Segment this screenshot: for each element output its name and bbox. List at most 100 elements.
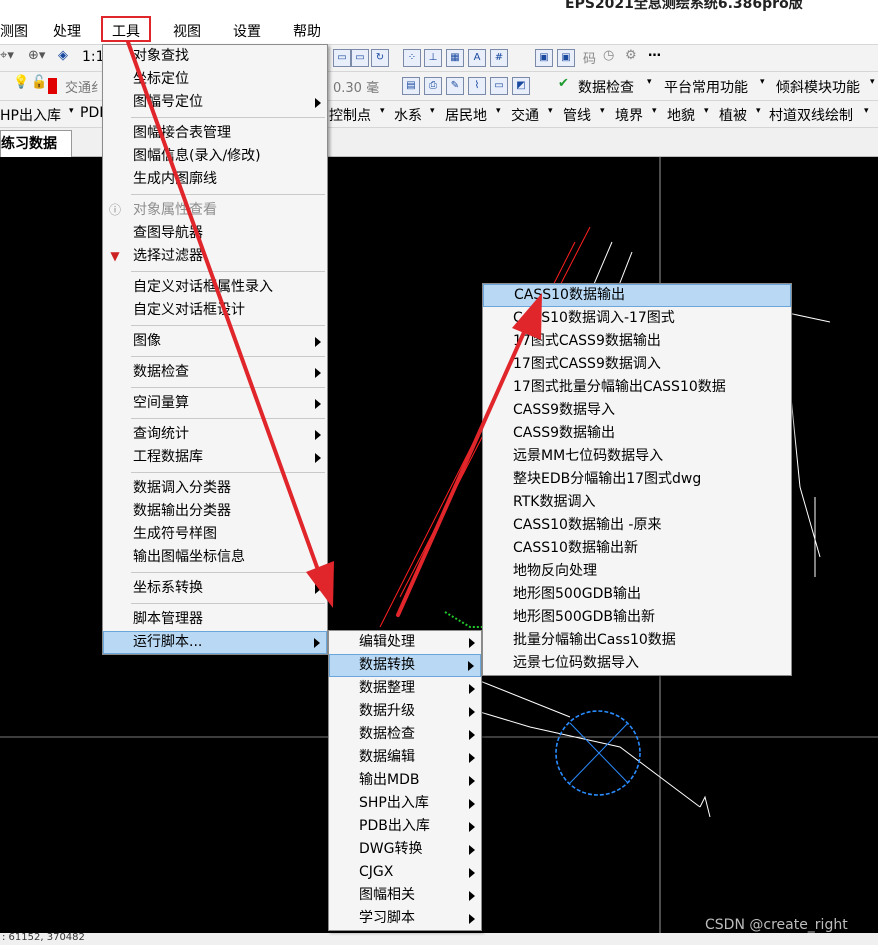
menu-item-image[interactable]: 图像 [103,330,327,353]
menu-item-object-find[interactable]: 对象查找 [103,45,327,68]
pipeline-dropdown-icon[interactable]: ▾ [600,106,605,116]
gear-icon[interactable]: ⚙ [625,48,637,63]
control-point-dropdown-icon[interactable]: ▾ [380,106,385,116]
line-width-field[interactable]: 0.30 毫 [333,77,379,96]
submenu-item-data-organize[interactable]: 数据整理 [329,677,481,700]
lock-icon[interactable]: 🔓 [31,75,47,90]
traffic-button[interactable]: 交通 [511,105,539,125]
convert-item-17-cass9-export[interactable]: 17图式CASS9数据输出 [483,330,791,353]
data-check-dropdown-icon[interactable]: ▾ [647,77,652,87]
menu-item-selection-filter[interactable]: ▼ 选择过滤器 [103,245,327,268]
residential-button[interactable]: 居民地 [445,105,487,125]
vegetation-dropdown-icon[interactable]: ▾ [756,106,761,116]
window-icon[interactable]: ▭ [333,49,351,67]
convert-item-batch-cass10[interactable]: 批量分幅输出Cass10数据 [483,629,791,652]
submenu-item-sheet-related[interactable]: 图幅相关 [329,884,481,907]
menu-item-custom-dialog-design[interactable]: 自定义对话框设计 [103,299,327,322]
submenu-item-cjgx[interactable]: CJGX [329,861,481,884]
layer-icon[interactable]: ◈ [58,48,68,63]
landform-button[interactable]: 地貌 [667,105,695,125]
menu-item-import-classifier[interactable]: 数据调入分类器 [103,477,327,500]
menu-item-data-check[interactable]: 数据检查 [103,361,327,384]
layer-field[interactable]: 交通纟 [65,77,104,96]
oblique-module-button[interactable]: 倾斜模块功能 [776,77,860,97]
menu-item-crs-transform[interactable]: 坐标系转换 [103,577,327,600]
submenu-item-export-mdb[interactable]: 输出MDB [329,769,481,792]
convert-item-feature-reverse[interactable]: 地物反向处理 [483,560,791,583]
menu-view[interactable]: 视图 [173,21,201,41]
menu-settings[interactable]: 设置 [233,21,261,41]
submenu-item-dwg-convert[interactable]: DWG转换 [329,838,481,861]
menu-process[interactable]: 处理 [53,21,81,41]
submenu-item-data-edit[interactable]: 数据编辑 [329,746,481,769]
pipeline-button[interactable]: 管线 [563,105,591,125]
water-system-button[interactable]: 水系 [394,105,422,125]
convert-item-cass10-export-original[interactable]: CASS10数据输出 -原来 [483,514,791,537]
cube-icon[interactable]: ◩ [512,77,530,95]
submenu-item-edit-process[interactable]: 编辑处理 [329,631,481,654]
submenu-item-learn-script[interactable]: 学习脚本 [329,907,481,930]
menu-item-coordinate-locate[interactable]: 坐标定位 [103,68,327,91]
platform-functions-button[interactable]: 平台常用功能 [664,77,748,97]
bulb-icon[interactable]: 💡 [13,75,29,90]
measure-icon[interactable]: ⊥ [424,49,442,67]
convert-item-yuanjing-7-import[interactable]: 远景七位码数据导入 [483,652,791,675]
landform-dropdown-icon[interactable]: ▾ [704,106,709,116]
residential-dropdown-icon[interactable]: ▾ [496,106,501,116]
number-icon[interactable]: # [490,49,508,67]
edit-icon[interactable]: ✎ [446,77,464,95]
menu-item-sheet-index[interactable]: 图幅接合表管理 [103,122,327,145]
menu-item-spatial-measure[interactable]: 空间量算 [103,392,327,415]
menu-item-project-database[interactable]: 工程数据库 [103,446,327,469]
shp-io-button[interactable]: HP出入库 [0,105,61,125]
convert-item-gdb500-export[interactable]: 地形图500GDB输出 [483,583,791,606]
data-check-button[interactable]: 数据检查 [578,77,634,97]
submenu-item-data-convert[interactable]: 数据转换 [329,654,481,677]
map2-icon[interactable]: ▣ [557,49,575,67]
tab-practice-data[interactable]: 练习数据 [0,130,72,157]
menu-item-inner-frame[interactable]: 生成内图廓线 [103,168,327,191]
submenu-item-data-check[interactable]: 数据检查 [329,723,481,746]
convert-item-rtk-import[interactable]: RTK数据调入 [483,491,791,514]
refresh-icon[interactable]: ↻ [371,49,389,67]
village-road-button[interactable]: 村道双线绘制 [769,105,853,125]
window-alt-icon[interactable]: ▭ [351,49,369,67]
convert-item-cass9-import[interactable]: CASS9数据导入 [483,399,791,422]
platform-dropdown-icon[interactable]: ▾ [760,77,765,87]
convert-item-17-batch-cass10[interactable]: 17图式批量分幅输出CASS10数据 [483,376,791,399]
clock-icon[interactable]: ◷ [603,48,614,63]
convert-item-cass9-export[interactable]: CASS9数据输出 [483,422,791,445]
traffic-dropdown-icon[interactable]: ▾ [548,106,553,116]
menu-item-custom-dialog-entry[interactable]: 自定义对话框属性录入 [103,276,327,299]
water-dropdown-icon[interactable]: ▾ [430,106,435,116]
color-swatch[interactable] [48,78,57,94]
more-icon[interactable]: … [648,45,661,60]
grid-icon[interactable]: ▦ [446,49,464,67]
save-icon[interactable]: ▤ [402,77,420,95]
submenu-item-pdb-io[interactable]: PDB出入库 [329,815,481,838]
snap-icon[interactable]: ⊕▾ [28,48,45,63]
menu-item-query-stats[interactable]: 查询统计 [103,423,327,446]
pointer-icon[interactable]: ⌖▾ [0,48,14,63]
menu-item-map-navigator[interactable]: 查图导航器 [103,222,327,245]
submenu-item-data-upgrade[interactable]: 数据升级 [329,700,481,723]
control-point-button[interactable]: 控制点 [329,105,371,125]
menu-item-symbol-sample[interactable]: 生成符号样图 [103,523,327,546]
vegetation-button[interactable]: 植被 [719,105,747,125]
menu-item-script-manager[interactable]: 脚本管理器 [103,608,327,631]
shp-io-dropdown-icon[interactable]: ▾ [69,106,74,116]
oblique-dropdown-icon[interactable]: ▾ [870,77,875,87]
text-icon[interactable]: A [468,49,486,67]
submenu-item-shp-io[interactable]: SHP出入库 [329,792,481,815]
menu-item-run-script[interactable]: 运行脚本... [103,631,327,654]
code-icon[interactable]: 码 [583,48,596,67]
village-road-dropdown-icon[interactable]: ▾ [864,106,869,116]
convert-item-cass10-export[interactable]: CASS10数据输出 [483,284,791,307]
boundary-dropdown-icon[interactable]: ▾ [652,106,657,116]
print-icon[interactable]: ⎙ [424,77,442,95]
points-icon[interactable]: ⁘ [403,49,421,67]
boundary-button[interactable]: 境界 [615,105,643,125]
convert-item-cass10-import-17[interactable]: CASS10数据调入-17图式 [483,307,791,330]
convert-item-cass10-export-new[interactable]: CASS10数据输出新 [483,537,791,560]
menu-item-sheet-info[interactable]: 图幅信息(录入/修改) [103,145,327,168]
